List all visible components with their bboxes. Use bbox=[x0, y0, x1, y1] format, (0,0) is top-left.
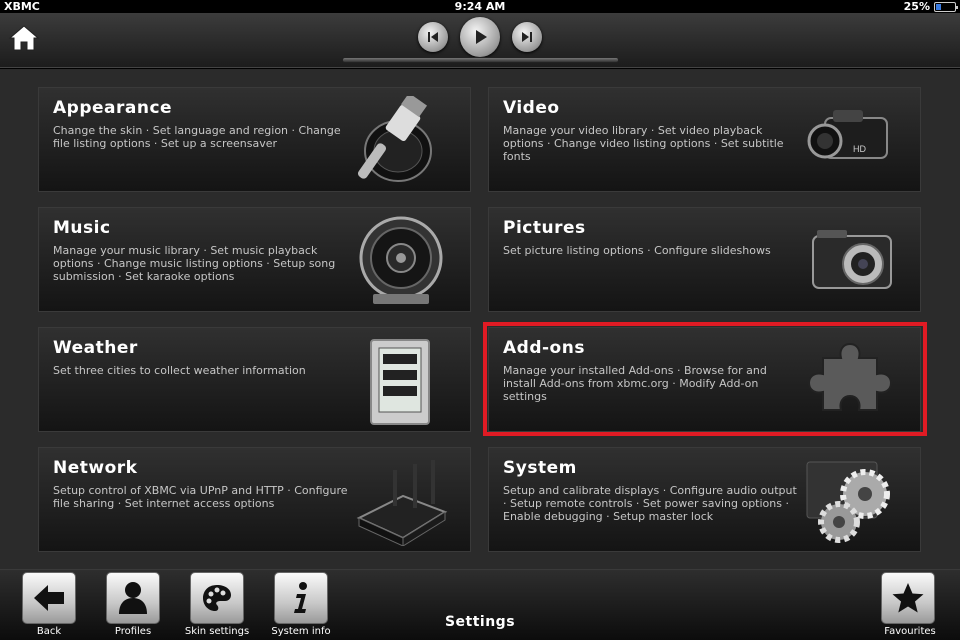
settings-grid: Appearance Change the skin · Set languag… bbox=[0, 69, 960, 569]
card-description: Manage your installed Add-ons · Browse f… bbox=[503, 364, 767, 403]
camera-icon bbox=[812, 230, 892, 289]
card-title: Add-ons bbox=[503, 338, 585, 358]
card-title: Music bbox=[53, 218, 111, 238]
battery-percent: 25% bbox=[903, 0, 930, 13]
bottom-bar: Back Profiles Skin settings System info … bbox=[0, 569, 960, 640]
card-description: Setup control of XBMC via UPnP and HTTP … bbox=[53, 484, 348, 510]
page-title: Settings bbox=[444, 614, 516, 630]
card-description: Manage your music library · Set music pl… bbox=[53, 244, 336, 283]
card-title: Video bbox=[503, 98, 560, 118]
play-icon bbox=[476, 30, 487, 44]
favourites-label: Favourites bbox=[884, 626, 936, 637]
settings-card-system[interactable]: System Setup and calibrate displays · Co… bbox=[488, 447, 921, 552]
skip-previous-icon bbox=[428, 32, 438, 42]
top-bar bbox=[0, 13, 960, 68]
card-description: Set picture listing options · Configure … bbox=[503, 244, 771, 257]
play-button[interactable] bbox=[460, 17, 500, 57]
card-description: Change the skin · Set language and regio… bbox=[53, 124, 341, 150]
card-title: Network bbox=[53, 458, 138, 478]
back-arrow-icon bbox=[34, 585, 64, 611]
gears-icon bbox=[806, 461, 890, 543]
skip-next-icon bbox=[522, 32, 532, 42]
card-description: Setup and calibrate displays · Configure… bbox=[503, 484, 797, 523]
svg-text:HD: HD bbox=[853, 144, 866, 154]
puzzle-piece-icon bbox=[807, 342, 893, 411]
settings-card-network[interactable]: Network Setup control of XBMC via UPnP a… bbox=[38, 447, 471, 552]
settings-card-pictures[interactable]: Pictures Set picture listing options · C… bbox=[488, 207, 921, 312]
settings-card-appearance[interactable]: Appearance Change the skin · Set languag… bbox=[38, 87, 471, 192]
battery-fill bbox=[936, 3, 941, 10]
previous-button[interactable] bbox=[418, 22, 448, 52]
weather-station-icon bbox=[370, 339, 430, 425]
status-bar: XBMC 9:24 AM 25% bbox=[0, 0, 960, 13]
paintbrush-icon bbox=[358, 96, 432, 182]
battery-icon bbox=[934, 1, 958, 12]
settings-card-music[interactable]: Music Manage your music library · Set mu… bbox=[38, 207, 471, 312]
card-title: Appearance bbox=[53, 98, 173, 118]
battery-indicator: 25% bbox=[903, 0, 958, 13]
card-title: Weather bbox=[53, 338, 138, 358]
palette-icon bbox=[203, 585, 231, 611]
favourites-button[interactable] bbox=[881, 572, 935, 624]
router-icon bbox=[356, 460, 448, 546]
card-description: Manage your video library · Set video pl… bbox=[503, 124, 784, 163]
settings-card-weather[interactable]: Weather Set three cities to collect weat… bbox=[38, 327, 471, 432]
seek-bar[interactable] bbox=[342, 57, 619, 63]
person-icon bbox=[119, 582, 147, 614]
settings-card-video[interactable]: Video Manage your video library · Set vi… bbox=[488, 87, 921, 192]
next-button[interactable] bbox=[512, 22, 542, 52]
star-icon bbox=[892, 583, 924, 613]
clock: 9:24 AM bbox=[454, 0, 506, 13]
card-title: Pictures bbox=[503, 218, 586, 238]
transport-controls bbox=[0, 17, 960, 57]
camcorder-icon: HD bbox=[807, 110, 888, 159]
card-description: Set three cities to collect weather info… bbox=[53, 364, 306, 377]
settings-card-add-ons[interactable]: Add-ons Manage your installed Add-ons · … bbox=[488, 327, 921, 432]
speaker-icon bbox=[359, 216, 443, 304]
info-icon bbox=[294, 582, 307, 613]
card-title: System bbox=[503, 458, 577, 478]
